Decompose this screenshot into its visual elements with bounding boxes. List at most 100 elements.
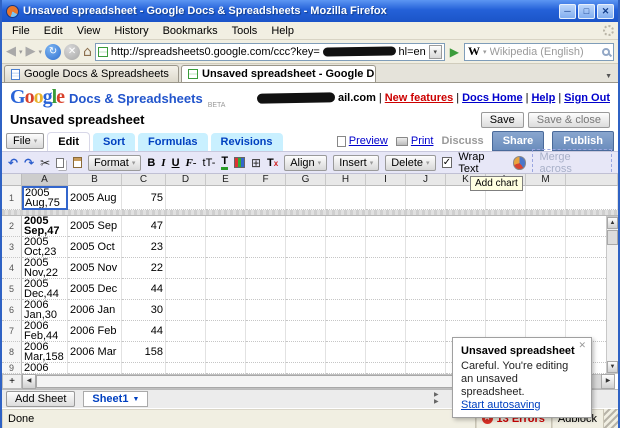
cell-F7[interactable] bbox=[246, 321, 286, 342]
cell-I6[interactable] bbox=[366, 300, 406, 321]
cell-D8[interactable] bbox=[166, 342, 206, 363]
row-header-4[interactable]: 4 bbox=[2, 258, 22, 279]
tab-google-docs[interactable]: Google Docs & Spreadsheets bbox=[4, 65, 179, 82]
column-header-F[interactable]: F bbox=[246, 174, 286, 186]
close-button[interactable]: ✕ bbox=[597, 3, 614, 19]
cell-E3[interactable] bbox=[206, 237, 246, 258]
resize-grip[interactable] bbox=[604, 409, 618, 428]
search-box[interactable]: W ▾ Wikipedia (English) bbox=[464, 42, 614, 61]
menu-edit[interactable]: Edit bbox=[38, 24, 69, 38]
cell-C3[interactable]: 23 bbox=[122, 237, 166, 258]
row-header-3[interactable]: 3 bbox=[2, 237, 22, 258]
cut-icon[interactable]: ✂ bbox=[40, 156, 50, 170]
cell-J8[interactable] bbox=[406, 342, 446, 363]
menu-bookmarks[interactable]: Bookmarks bbox=[157, 24, 224, 38]
cell-A6[interactable]: 2006 Jan,30 bbox=[22, 300, 68, 321]
cell-G3[interactable] bbox=[286, 237, 326, 258]
scroll-up-icon[interactable]: ▲ bbox=[607, 217, 618, 229]
cell-E7[interactable] bbox=[206, 321, 246, 342]
cell-E8[interactable] bbox=[206, 342, 246, 363]
cell-D1[interactable] bbox=[166, 186, 206, 210]
menu-history[interactable]: History bbox=[108, 24, 154, 38]
row-header-8[interactable]: 8 bbox=[2, 342, 22, 363]
text-color-button[interactable]: T bbox=[221, 155, 229, 170]
cell-M4[interactable] bbox=[526, 258, 566, 279]
reload-icon[interactable]: ↻ bbox=[45, 43, 62, 60]
cell-H2[interactable] bbox=[326, 216, 366, 237]
back-dropdown-icon[interactable]: ▾ bbox=[19, 48, 23, 56]
cell-E1[interactable] bbox=[206, 186, 246, 210]
cell-A7[interactable]: 2006 Feb,44 bbox=[22, 321, 68, 342]
column-header-J[interactable]: J bbox=[406, 174, 446, 186]
paste-icon[interactable] bbox=[73, 157, 82, 168]
cell-C8[interactable]: 158 bbox=[122, 342, 166, 363]
align-menu-button[interactable]: Align ▾ bbox=[284, 154, 328, 171]
cell-B7[interactable]: 2006 Feb bbox=[68, 321, 122, 342]
search-icon[interactable] bbox=[602, 47, 610, 56]
vertical-scroll-thumb[interactable] bbox=[607, 230, 618, 245]
menu-help[interactable]: Help bbox=[265, 24, 300, 38]
cell-H7[interactable] bbox=[326, 321, 366, 342]
go-icon[interactable]: ▶ bbox=[448, 45, 461, 59]
cell-L3[interactable] bbox=[486, 237, 526, 258]
clear-format-button[interactable]: Tx bbox=[267, 157, 278, 169]
cell-G8[interactable] bbox=[286, 342, 326, 363]
cell-G5[interactable] bbox=[286, 279, 326, 300]
cell-G7[interactable] bbox=[286, 321, 326, 342]
back-icon[interactable]: ◀ bbox=[6, 44, 16, 60]
column-header-I[interactable]: I bbox=[366, 174, 406, 186]
column-header-A[interactable]: A bbox=[22, 174, 68, 186]
add-sheet-button[interactable]: Add Sheet bbox=[6, 391, 76, 407]
url-bar[interactable]: http://spreadsheets0.google.com/ccc?key=… bbox=[94, 42, 445, 61]
new-features-link[interactable]: New features bbox=[385, 92, 453, 104]
font-size-button[interactable]: tT- bbox=[203, 157, 216, 169]
cell-J4[interactable] bbox=[406, 258, 446, 279]
scroll-down-icon[interactable]: ▼ bbox=[607, 361, 618, 373]
cell-I8[interactable] bbox=[366, 342, 406, 363]
cell-B8[interactable]: 2006 Mar bbox=[68, 342, 122, 363]
cell-C9[interactable] bbox=[122, 363, 166, 374]
minimize-button[interactable]: ─ bbox=[559, 3, 576, 19]
maximize-button[interactable]: □ bbox=[578, 3, 595, 19]
start-autosaving-link[interactable]: Start autosaving bbox=[461, 399, 541, 411]
column-header-G[interactable]: G bbox=[286, 174, 326, 186]
cell-J7[interactable] bbox=[406, 321, 446, 342]
cell-I3[interactable] bbox=[366, 237, 406, 258]
column-header-H[interactable]: H bbox=[326, 174, 366, 186]
add-chart-icon[interactable] bbox=[512, 155, 527, 170]
cell-K6[interactable] bbox=[446, 300, 486, 321]
sheet-scroll-arrows[interactable]: ▶ ▶ bbox=[434, 392, 439, 406]
cell-J5[interactable] bbox=[406, 279, 446, 300]
cell-H4[interactable] bbox=[326, 258, 366, 279]
forward-icon[interactable]: ▶ bbox=[26, 44, 36, 60]
cell-H8[interactable] bbox=[326, 342, 366, 363]
bold-button[interactable]: B bbox=[147, 157, 155, 169]
menu-view[interactable]: View bbox=[71, 24, 107, 38]
cell-D2[interactable] bbox=[166, 216, 206, 237]
cell-I4[interactable] bbox=[366, 258, 406, 279]
cell-F5[interactable] bbox=[246, 279, 286, 300]
cell-J3[interactable] bbox=[406, 237, 446, 258]
cell-G9[interactable] bbox=[286, 363, 326, 374]
tab-revisions[interactable]: Revisions bbox=[210, 133, 283, 151]
cell-B1[interactable]: 2005 Aug bbox=[68, 186, 122, 210]
cell-A5[interactable]: 2005 Dec,44 bbox=[22, 279, 68, 300]
preview-link[interactable]: Preview bbox=[336, 135, 388, 147]
cell-A1[interactable]: 2005 Aug,75 bbox=[22, 186, 68, 210]
cell-F4[interactable] bbox=[246, 258, 286, 279]
cell-M6[interactable] bbox=[526, 300, 566, 321]
format-menu-button[interactable]: Format ▾ bbox=[87, 154, 142, 171]
cell-J1[interactable] bbox=[406, 186, 446, 210]
cell-J9[interactable] bbox=[406, 363, 446, 374]
cell-J2[interactable] bbox=[406, 216, 446, 237]
cell-D3[interactable] bbox=[166, 237, 206, 258]
save-button[interactable]: Save bbox=[480, 111, 524, 128]
scroll-right-icon[interactable]: ▶ bbox=[601, 374, 615, 389]
cell-I1[interactable] bbox=[366, 186, 406, 210]
cell-I7[interactable] bbox=[366, 321, 406, 342]
cell-H5[interactable] bbox=[326, 279, 366, 300]
cell-D5[interactable] bbox=[166, 279, 206, 300]
row-header-2[interactable]: 2 bbox=[2, 216, 22, 237]
column-header-C[interactable]: C bbox=[122, 174, 166, 186]
cell-B3[interactable]: 2005 Oct bbox=[68, 237, 122, 258]
